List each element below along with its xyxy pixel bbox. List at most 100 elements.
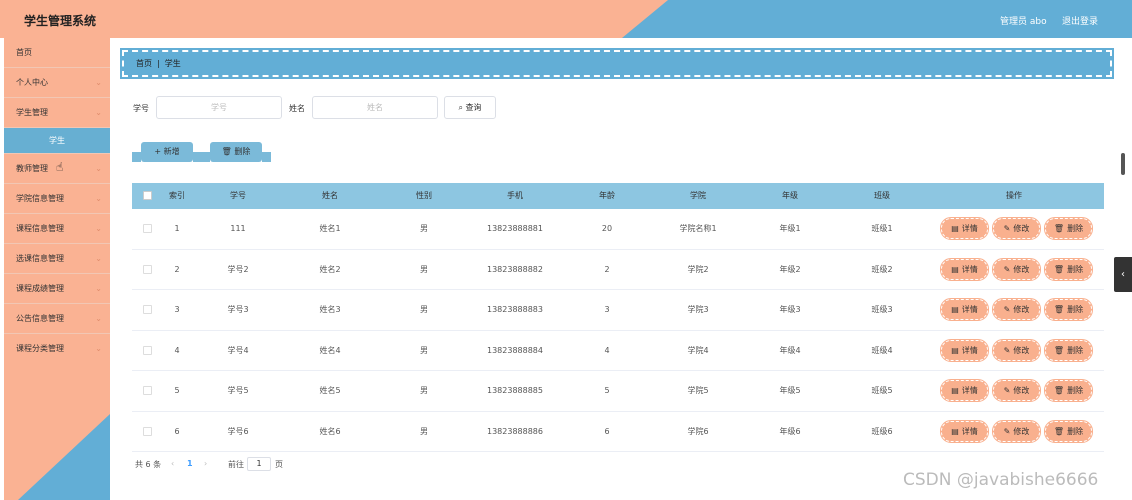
cell-phone: 13823888883 bbox=[487, 305, 543, 314]
chevron-down-icon: ⌄ bbox=[95, 164, 102, 173]
edit-button-label: 修改 bbox=[1013, 345, 1030, 355]
logout-link[interactable]: 退出登录 bbox=[1062, 14, 1098, 27]
collapse-toggle[interactable]: ‹ bbox=[1114, 257, 1132, 292]
delete-button[interactable]: 🗑 删除 bbox=[1044, 217, 1093, 240]
name-input[interactable] bbox=[312, 96, 438, 119]
chevron-down-icon: ⌄ bbox=[95, 224, 102, 233]
delete-button[interactable]: 🗑 删除 bbox=[1044, 419, 1093, 443]
edit-button[interactable]: ✎ 修改 bbox=[992, 419, 1041, 443]
delete-button-label: 删除 bbox=[1067, 224, 1084, 233]
chevron-down-icon: ⌄ bbox=[95, 314, 102, 323]
cell-phone: 13823888885 bbox=[487, 386, 543, 395]
column-header-gender: 性别 bbox=[416, 191, 432, 200]
delete-selected-button[interactable]: 🗑 删除 bbox=[201, 142, 271, 162]
row-checkbox[interactable] bbox=[143, 224, 152, 233]
sidebar-item-student-mgmt[interactable]: 学生管理 ⌄ bbox=[4, 98, 110, 128]
table-row: 2 学号2 姓名2 男 13823888882 2 学院2 年级2 班级2 ▤ 详情 ✎ 修改 🗑 删除 bbox=[132, 249, 1104, 290]
pager-next-icon[interactable]: › bbox=[204, 459, 207, 468]
pencil-icon: ✎ bbox=[1003, 264, 1011, 274]
cell-college: 学院4 bbox=[687, 345, 709, 355]
sidebar-item-selection-mgmt[interactable]: 选课信息管理 ⌄ bbox=[4, 244, 110, 274]
row-checkbox[interactable] bbox=[143, 345, 152, 355]
breadcrumb-home[interactable]: 首页 bbox=[136, 59, 152, 68]
add-button[interactable]: + 新增 bbox=[132, 142, 202, 162]
cell-gender: 男 bbox=[420, 305, 428, 314]
cell-phone: 13823888881 bbox=[487, 224, 543, 233]
pager-goto-input[interactable]: 1 bbox=[247, 457, 271, 471]
cell-student-id: 学号3 bbox=[227, 305, 249, 314]
pencil-icon: ✎ bbox=[1003, 426, 1011, 436]
cell-college: 学院6 bbox=[687, 426, 709, 436]
sidebar-item-course-mgmt[interactable]: 课程信息管理 ⌄ bbox=[4, 214, 110, 244]
header-diagonal-decoration bbox=[622, 0, 1132, 38]
detail-button[interactable]: ▤ 详情 bbox=[940, 379, 989, 402]
cell-student-id: 学号4 bbox=[227, 345, 249, 355]
cell-age: 3 bbox=[604, 305, 610, 314]
edit-button[interactable]: ✎ 修改 bbox=[992, 217, 1041, 240]
pager-unit-label: 页 bbox=[275, 460, 283, 469]
document-icon: ▤ bbox=[951, 224, 959, 233]
delete-button[interactable]: 🗑 删除 bbox=[1044, 298, 1093, 321]
trash-icon: 🗑 bbox=[1053, 224, 1065, 233]
sidebar-item-category-mgmt[interactable]: 课程分类管理 ⌄ bbox=[4, 334, 110, 364]
sidebar-item-label: 个人中心 bbox=[16, 78, 48, 87]
student-id-input[interactable] bbox=[156, 96, 282, 119]
column-header-actions: 操作 bbox=[1006, 191, 1022, 200]
edit-button[interactable]: ✎ 修改 bbox=[992, 298, 1041, 321]
delete-button-label: 删除 bbox=[1067, 426, 1084, 436]
column-header-college: 学院 bbox=[690, 191, 706, 200]
cell-gender: 男 bbox=[420, 426, 428, 436]
cell-name: 姓名1 bbox=[319, 224, 341, 233]
sidebar-item-home[interactable]: 首页 bbox=[4, 38, 110, 68]
row-checkbox[interactable] bbox=[143, 305, 152, 314]
delete-button[interactable]: 🗑 删除 bbox=[1044, 379, 1093, 402]
document-icon: ▤ bbox=[951, 386, 959, 395]
column-header-phone: 手机 bbox=[507, 191, 523, 200]
cell-age: 2 bbox=[604, 264, 610, 274]
chevron-down-icon: ⌄ bbox=[95, 78, 102, 87]
sidebar-item-label: 公告信息管理 bbox=[16, 314, 64, 323]
edit-button-label: 修改 bbox=[1013, 386, 1030, 395]
document-icon: ▤ bbox=[951, 426, 959, 436]
sidebar-item-student[interactable]: 学生 bbox=[4, 128, 110, 154]
edit-button[interactable]: ✎ 修改 bbox=[992, 257, 1041, 281]
sidebar-item-notice-mgmt[interactable]: 公告信息管理 ⌄ bbox=[4, 304, 110, 334]
sidebar-item-profile[interactable]: 个人中心 ⌄ bbox=[4, 68, 110, 98]
detail-button[interactable]: ▤ 详情 bbox=[940, 338, 989, 362]
row-checkbox[interactable] bbox=[143, 264, 152, 274]
table-row: 5 学号5 姓名5 男 13823888885 5 学院5 年级5 班级5 ▤ 详情 ✎ 修改 🗑 删除 bbox=[132, 371, 1104, 412]
vertical-scrollbar[interactable] bbox=[1121, 153, 1125, 175]
plus-icon: + bbox=[154, 147, 162, 156]
edit-button[interactable]: ✎ 修改 bbox=[992, 338, 1041, 362]
cell-grade: 年级4 bbox=[779, 345, 801, 355]
cell-grade: 年级2 bbox=[779, 264, 801, 274]
pencil-icon: ✎ bbox=[1003, 386, 1011, 395]
pager-goto-label: 前往 bbox=[228, 460, 244, 469]
sidebar-item-score-mgmt[interactable]: 课程成绩管理 ⌄ bbox=[4, 274, 110, 304]
pager-prev-icon[interactable]: ‹ bbox=[171, 459, 174, 468]
column-header-age: 年龄 bbox=[599, 191, 615, 200]
detail-button[interactable]: ▤ 详情 bbox=[940, 419, 989, 443]
select-all-checkbox[interactable] bbox=[143, 191, 152, 200]
detail-button[interactable]: ▤ 详情 bbox=[940, 298, 989, 321]
edit-button[interactable]: ✎ 修改 bbox=[992, 379, 1041, 402]
name-label: 姓名 bbox=[289, 104, 305, 113]
watermark: CSDN @javabishe6666 bbox=[903, 470, 1099, 490]
pencil-icon: ✎ bbox=[1003, 345, 1011, 355]
trash-icon: 🗑 bbox=[221, 147, 232, 156]
delete-button[interactable]: 🗑 删除 bbox=[1044, 257, 1093, 281]
row-checkbox[interactable] bbox=[143, 426, 152, 436]
edit-button-label: 修改 bbox=[1013, 305, 1030, 314]
row-checkbox[interactable] bbox=[143, 386, 152, 395]
detail-button[interactable]: ▤ 详情 bbox=[940, 257, 989, 281]
detail-button[interactable]: ▤ 详情 bbox=[940, 217, 989, 240]
cell-college: 学院2 bbox=[687, 264, 709, 274]
query-button[interactable]: ⌕ 查询 bbox=[444, 96, 496, 119]
delete-button-label: 删除 bbox=[1067, 264, 1084, 274]
sidebar-item-college-mgmt[interactable]: 学院信息管理 ⌄ bbox=[4, 184, 110, 214]
sidebar-item-label: 学生 bbox=[49, 136, 65, 145]
cell-college: 学院3 bbox=[687, 305, 709, 314]
delete-button[interactable]: 🗑 删除 bbox=[1044, 338, 1093, 362]
chevron-down-icon: ⌄ bbox=[95, 254, 102, 263]
pager-page-1[interactable]: 1 bbox=[187, 459, 193, 468]
